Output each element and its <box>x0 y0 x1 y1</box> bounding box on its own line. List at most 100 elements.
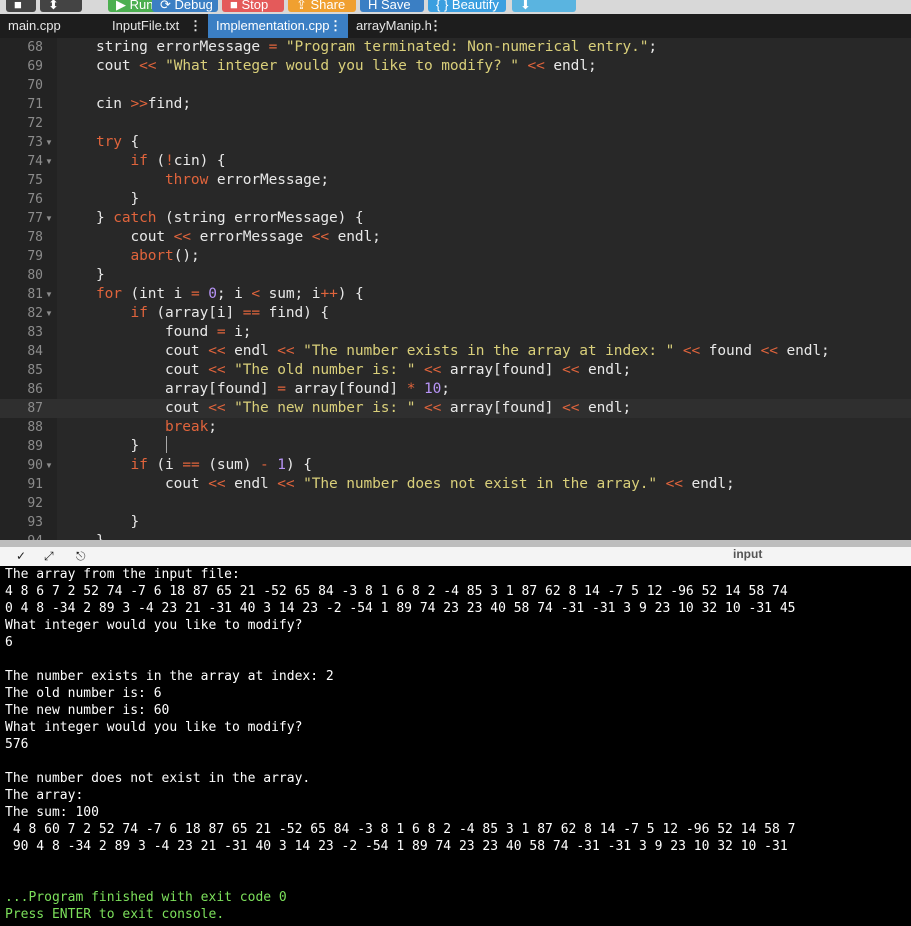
tab-label: arrayManip.h <box>356 18 432 33</box>
console-line: The array from the input file: <box>5 567 240 582</box>
code-line[interactable]: 88 break; <box>0 418 911 437</box>
expand-icon[interactable]: ⤢ <box>44 547 54 566</box>
code-line[interactable]: 76 } <box>0 190 911 209</box>
stop-square-button[interactable]: ■ <box>6 0 36 12</box>
line-number: 78 <box>27 230 43 245</box>
code-text: cout << endl << "The number does not exi… <box>96 476 735 492</box>
line-number: 74 <box>27 154 43 169</box>
console-line: 90 4 8 -34 2 89 3 -4 23 21 -31 40 3 14 2… <box>5 839 788 854</box>
code-text: throw errorMessage; <box>165 172 330 188</box>
code-editor[interactable]: 68 string errorMessage = "Program termina… <box>0 38 911 540</box>
code-line[interactable]: 68 string errorMessage = "Program termina… <box>0 38 911 57</box>
line-number: 77 <box>27 211 43 226</box>
code-line[interactable]: 90 ▼ if (i == (sum) - 1) { <box>0 456 911 475</box>
code-line[interactable]: 69 cout << "What integer would you like t… <box>0 57 911 76</box>
console-line: 4 8 6 7 2 52 74 -7 6 18 87 65 21 -52 65 … <box>5 584 788 599</box>
tab-arraymanip-h[interactable]: arrayManip.h ⋮ <box>348 14 448 38</box>
console-line: ...Program finished with exit code 0 <box>5 890 287 905</box>
tab-menu-icon[interactable]: ⋮ <box>189 14 202 38</box>
tab-menu-icon[interactable]: ⋮ <box>429 14 442 38</box>
code-line[interactable]: 71 cin >>find; <box>0 95 911 114</box>
line-number: 90 <box>27 458 43 473</box>
code-text: if (i == (sum) - 1) { <box>130 457 312 473</box>
code-line[interactable]: 79 abort(); <box>0 247 911 266</box>
code-line[interactable]: 73 ▼ try { <box>0 133 911 152</box>
line-number: 87 <box>27 401 43 416</box>
tab-label: main.cpp <box>8 18 61 33</box>
download-button[interactable]: ⬇ <box>512 0 576 12</box>
debug-button[interactable]: ⟳ Debug <box>152 0 218 12</box>
code-line[interactable]: 74 ▼ if (!cin) { <box>0 152 911 171</box>
code-text: string errorMessage = "Program terminate… <box>96 39 657 55</box>
code-line[interactable]: 78 cout << errorMessage << endl; <box>0 228 911 247</box>
console-line: 0 4 8 -34 2 89 3 -4 23 21 -31 40 3 14 23… <box>5 601 796 616</box>
fold-arrow-icon[interactable]: ▼ <box>45 152 53 171</box>
fold-arrow-icon[interactable]: ▼ <box>45 209 53 228</box>
code-line[interactable]: 85 cout << "The old number is: " << arra… <box>0 361 911 380</box>
line-number: 91 <box>27 477 43 492</box>
console-output[interactable]: The array from the input file: 4 8 6 7 2 … <box>0 566 911 926</box>
share-button[interactable]: ⇪ Share <box>288 0 356 12</box>
line-number: 93 <box>27 515 43 530</box>
console-line: The number does not exist in the array. <box>5 771 311 786</box>
code-line[interactable]: 83 found = i; <box>0 323 911 342</box>
chevron-down-icon[interactable]: ✓ <box>16 547 26 566</box>
code-line[interactable]: 93 } <box>0 513 911 532</box>
beautify-button[interactable]: { } Beautify <box>428 0 506 12</box>
code-line[interactable]: 82 ▼ if (array[i] == find) { <box>0 304 911 323</box>
console-control-bar: ✓ ⤢ ⎋ input <box>0 547 911 566</box>
console-line: What integer would you like to modify? <box>5 618 303 633</box>
line-number: 84 <box>27 344 43 359</box>
code-line[interactable]: 92 <box>0 494 911 513</box>
console-line: 576 <box>5 737 29 752</box>
console-line: The sum: 100 <box>5 805 99 820</box>
code-line[interactable]: 89 } <box>0 437 911 456</box>
code-line[interactable]: 72 <box>0 114 911 133</box>
code-line[interactable]: 84 cout << endl << "The number exists in… <box>0 342 911 361</box>
copy-icon[interactable]: ⎋ <box>76 547 86 566</box>
tab-implementation-cpp[interactable]: Implementation.cpp ⋮ <box>208 14 348 38</box>
code-text: for (int i = 0; i < sum; i++) { <box>96 286 364 302</box>
code-text: cout << errorMessage << endl; <box>96 229 381 245</box>
line-number: 82 <box>27 306 43 321</box>
fold-arrow-icon[interactable]: ▼ <box>45 133 53 152</box>
console-line: The number exists in the array at index:… <box>5 669 334 684</box>
code-text: } <box>96 532 105 540</box>
line-number: 92 <box>27 496 43 511</box>
line-number: 86 <box>27 382 43 397</box>
code-line[interactable]: 86 array[found] = array[found] * 10; <box>0 380 911 399</box>
fold-arrow-icon[interactable]: ▼ <box>45 304 53 323</box>
fold-arrow-icon[interactable]: ▼ <box>45 456 53 475</box>
code-text: } <box>96 514 140 530</box>
code-line[interactable]: 70 <box>0 76 911 95</box>
code-line[interactable]: 87 cout << "The new number is: " << arra… <box>0 399 911 418</box>
console-line: 6 <box>5 635 13 650</box>
code-text: array[found] = array[found] * 10; <box>96 381 450 397</box>
tab-inputfile-txt[interactable]: InputFile.txt ⋮ <box>104 14 208 38</box>
panel-splitter[interactable] <box>0 540 911 547</box>
save-button[interactable]: H Save <box>360 0 424 12</box>
fold-arrow-icon[interactable]: ▼ <box>45 285 53 304</box>
line-number: 75 <box>27 173 43 188</box>
code-line[interactable]: 75 throw errorMessage; <box>0 171 911 190</box>
tab-main-cpp[interactable]: main.cpp <box>0 14 104 38</box>
line-number: 80 <box>27 268 43 283</box>
input-tab-label[interactable]: input <box>733 547 762 561</box>
code-line[interactable]: 91 cout << endl << "The number does not … <box>0 475 911 494</box>
code-line[interactable]: 81 ▼ for (int i = 0; i < sum; i++) { <box>0 285 911 304</box>
debug-step-button[interactable]: ⬍ <box>40 0 82 12</box>
code-line[interactable]: 77 ▼} catch (string errorMessage) { <box>0 209 911 228</box>
line-number: 70 <box>27 78 43 93</box>
code-text: try { <box>96 134 140 150</box>
tab-menu-icon[interactable]: ⋮ <box>329 14 342 38</box>
stop-button[interactable]: ■ Stop <box>222 0 284 12</box>
code-text: if (array[i] == find) { <box>130 305 330 321</box>
line-number: 85 <box>27 363 43 378</box>
code-line[interactable]: 94} <box>0 532 911 540</box>
line-number: 83 <box>27 325 43 340</box>
code-text: cout << "What integer would you like to … <box>96 58 597 74</box>
tab-label: Implementation.cpp <box>216 18 330 33</box>
line-number: 79 <box>27 249 43 264</box>
line-number: 88 <box>27 420 43 435</box>
code-line[interactable]: 80} <box>0 266 911 285</box>
